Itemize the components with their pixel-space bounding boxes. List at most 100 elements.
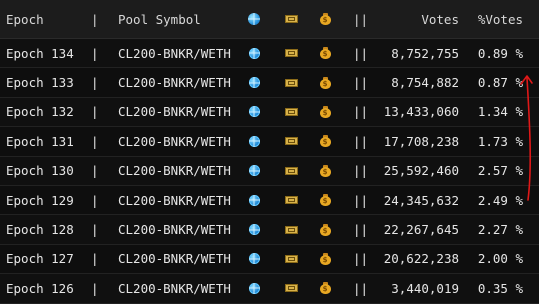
separator: | <box>91 280 99 296</box>
pool-symbol-cell: CL200-BNKR/WETH <box>118 280 231 296</box>
separator: | <box>91 251 99 267</box>
epoch-cell: Epoch 134 <box>6 45 74 61</box>
pool-symbol-cell: CL200-BNKR/WETH <box>118 45 231 61</box>
ticket-icon[interactable] <box>283 274 299 302</box>
pool-symbol-cell: CL200-BNKR/WETH <box>118 163 231 179</box>
separator: | <box>91 133 99 149</box>
pipes-separator: || <box>353 192 369 208</box>
pipes-separator: || <box>353 222 369 238</box>
separator: | <box>91 104 99 120</box>
globe-icon[interactable] <box>247 98 261 126</box>
pct-votes-cell: 1.73 % <box>477 133 523 149</box>
table-row[interactable]: Epoch 129 | CL200-BNKR/WETH || 24,345,632 2.4… <box>0 185 539 216</box>
votes-cell: 22,267,645 <box>383 222 459 238</box>
table-row[interactable]: Epoch 133 | CL200-BNKR/WETH || 8,754,882 0.87… <box>0 68 539 98</box>
globe-icon[interactable] <box>247 245 261 273</box>
ticket-icon[interactable] <box>283 127 299 155</box>
epoch-cell: Epoch 131 <box>6 133 74 149</box>
pool-symbol-cell: CL200-BNKR/WETH <box>118 192 231 208</box>
epoch-cell: Epoch 130 <box>6 163 74 179</box>
table-row[interactable]: Epoch 132 | CL200-BNKR/WETH || 13,433,060 1.3… <box>0 97 539 128</box>
votes-cell: 13,433,060 <box>383 104 459 120</box>
table-header: Epoch | Pool Symbol || Votes %Votes <box>0 0 539 39</box>
votes-cell: 17,708,238 <box>383 133 459 149</box>
ticket-icon[interactable] <box>283 215 299 243</box>
header-separator: | <box>91 11 99 27</box>
money-bag-icon[interactable] <box>318 157 332 185</box>
ticket-icon[interactable] <box>283 157 299 185</box>
money-bag-icon[interactable] <box>318 245 332 273</box>
pool-symbol-cell: CL200-BNKR/WETH <box>118 133 231 149</box>
globe-icon <box>247 0 261 38</box>
pct-votes-cell: 2.27 % <box>477 222 523 238</box>
money-bag-icon[interactable] <box>318 215 332 243</box>
separator: | <box>91 75 99 91</box>
epoch-cell: Epoch 129 <box>6 192 74 208</box>
globe-icon[interactable] <box>247 68 261 96</box>
table-row[interactable]: Epoch 126 | CL200-BNKR/WETH || 3,440,019 0.35… <box>0 274 539 304</box>
table-row[interactable]: Epoch 134 | CL200-BNKR/WETH || 8,752,755 0.89… <box>0 39 539 69</box>
ticket-icon[interactable] <box>283 245 299 273</box>
table-row[interactable]: Epoch 130 | CL200-BNKR/WETH || 25,592,460 2.5… <box>0 156 539 186</box>
epoch-cell: Epoch 128 <box>6 222 74 238</box>
pool-symbol-cell: CL200-BNKR/WETH <box>118 75 231 91</box>
pipes-separator: || <box>353 45 369 61</box>
money-bag-icon[interactable] <box>318 274 332 302</box>
pct-votes-cell: 1.34 % <box>477 104 523 120</box>
ticket-icon[interactable] <box>283 98 299 126</box>
ticket-icon[interactable] <box>283 68 299 96</box>
ticket-icon[interactable] <box>283 186 299 214</box>
money-bag-icon[interactable] <box>318 186 332 214</box>
pipes-separator: || <box>353 133 369 149</box>
globe-icon[interactable] <box>247 274 261 302</box>
money-bag-icon[interactable] <box>318 98 332 126</box>
header-votes[interactable]: Votes <box>421 0 459 38</box>
votes-cell: 24,345,632 <box>383 192 459 208</box>
globe-icon[interactable] <box>247 186 261 214</box>
header-epoch[interactable]: Epoch <box>6 0 44 38</box>
pipes-separator: || <box>353 163 369 179</box>
ticket-icon <box>283 0 299 38</box>
header-pct-votes[interactable]: %Votes <box>478 0 523 38</box>
globe-icon[interactable] <box>247 215 261 243</box>
separator: | <box>91 222 99 238</box>
pct-votes-cell: 2.57 % <box>477 163 523 179</box>
ticket-icon[interactable] <box>283 39 299 67</box>
votes-cell: 8,754,882 <box>391 75 459 91</box>
pct-votes-cell: 0.87 % <box>477 75 523 91</box>
globe-icon[interactable] <box>247 39 261 67</box>
table-row[interactable]: Epoch 128 | CL200-BNKR/WETH || 22,267,645 2.2… <box>0 215 539 245</box>
pct-votes-cell: 0.89 % <box>477 45 523 61</box>
table-row[interactable]: Epoch 127 | CL200-BNKR/WETH || 20,622,238 2.0… <box>0 244 539 275</box>
epoch-cell: Epoch 132 <box>6 104 74 120</box>
pct-votes-cell: 2.49 % <box>477 192 523 208</box>
epoch-cell: Epoch 126 <box>6 280 74 296</box>
votes-table: Epoch | Pool Symbol || Votes %Votes Epoc… <box>0 0 539 304</box>
pipes-separator: || <box>353 75 369 91</box>
money-bag-icon <box>318 0 332 38</box>
money-bag-icon[interactable] <box>318 39 332 67</box>
globe-icon[interactable] <box>247 127 261 155</box>
votes-cell: 3,440,019 <box>391 280 459 296</box>
pipes-separator: || <box>353 280 369 296</box>
pct-votes-cell: 0.35 % <box>477 280 523 296</box>
votes-cell: 8,752,755 <box>391 45 459 61</box>
pipes-separator: || <box>353 251 369 267</box>
separator: | <box>91 163 99 179</box>
votes-cell: 20,622,238 <box>383 251 459 267</box>
header-pool-symbol[interactable]: Pool Symbol <box>118 0 201 38</box>
votes-cell: 25,592,460 <box>383 163 459 179</box>
pool-symbol-cell: CL200-BNKR/WETH <box>118 222 231 238</box>
pool-symbol-cell: CL200-BNKR/WETH <box>118 251 231 267</box>
epoch-cell: Epoch 127 <box>6 251 74 267</box>
pct-votes-cell: 2.00 % <box>477 251 523 267</box>
table-row[interactable]: Epoch 131 | CL200-BNKR/WETH || 17,708,238 1.7… <box>0 127 539 157</box>
globe-icon[interactable] <box>247 157 261 185</box>
separator: | <box>91 192 99 208</box>
epoch-cell: Epoch 133 <box>6 75 74 91</box>
pipes-separator: || <box>353 104 369 120</box>
separator: | <box>91 45 99 61</box>
money-bag-icon[interactable] <box>318 68 332 96</box>
money-bag-icon[interactable] <box>318 127 332 155</box>
header-pipes: || <box>353 11 369 27</box>
